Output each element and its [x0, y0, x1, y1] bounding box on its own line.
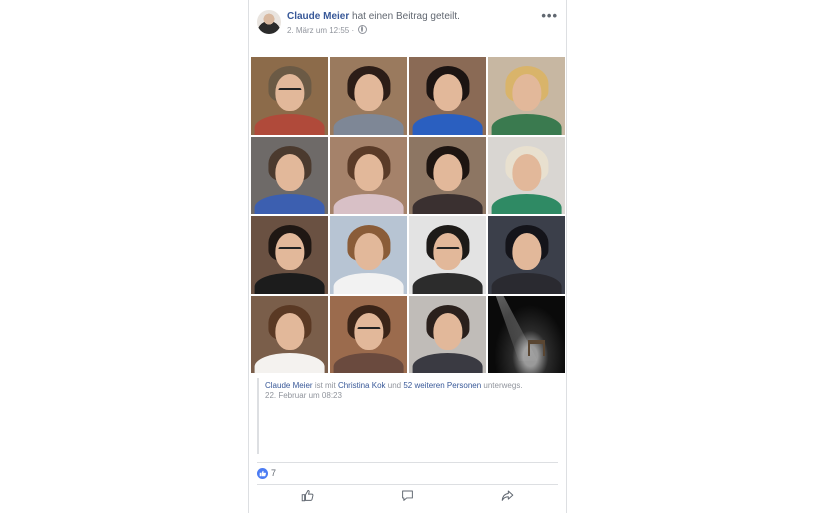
- thumbs-up-icon: [301, 489, 314, 507]
- photo-tile[interactable]: [330, 57, 407, 135]
- portrait-body: [333, 273, 404, 294]
- feed-post: Claude Meier hat einen Beitrag geteilt. …: [248, 0, 567, 513]
- post-header: Claude Meier hat einen Beitrag geteilt. …: [257, 8, 558, 38]
- portrait-face: [432, 153, 463, 191]
- portrait-body: [412, 273, 483, 294]
- reactions-summary[interactable]: 7: [257, 467, 276, 479]
- divider: [257, 462, 558, 463]
- portrait-body: [254, 114, 325, 135]
- like-button[interactable]: [257, 488, 357, 508]
- photo-tile[interactable]: [251, 216, 328, 294]
- portrait-face: [432, 312, 463, 350]
- portrait-body: [254, 273, 325, 294]
- photo-grid: [251, 57, 565, 373]
- like-icon: [257, 467, 268, 479]
- portrait-body: [491, 273, 562, 294]
- portrait-body: [333, 114, 404, 135]
- glasses: [277, 88, 302, 95]
- portrait-body: [412, 352, 483, 373]
- shared-author-link[interactable]: Claude Meier: [265, 381, 313, 390]
- post-author-line: Claude Meier hat einen Beitrag geteilt.: [287, 11, 460, 22]
- avatar[interactable]: [257, 10, 281, 34]
- portrait-face: [353, 153, 384, 191]
- portrait-body: [254, 193, 325, 214]
- portrait-face: [353, 74, 384, 112]
- portrait-body: [333, 193, 404, 214]
- shared-with-text: ist mit: [314, 381, 336, 390]
- portrait-face: [274, 312, 305, 350]
- portrait-face: [274, 153, 305, 191]
- photo-tile[interactable]: [488, 295, 565, 373]
- post-actions: [257, 488, 558, 508]
- photo-tile[interactable]: [409, 57, 486, 135]
- shared-info-line: Claude Meier ist mit Christina Kok und 5…: [265, 381, 523, 390]
- shared-suffix-text: unterwegs.: [483, 381, 523, 390]
- photo-tile[interactable]: [409, 136, 486, 214]
- post-timestamp[interactable]: 2. März um 12:55: [287, 26, 349, 35]
- portrait-face: [511, 74, 542, 112]
- photo-tile[interactable]: [251, 295, 328, 373]
- shared-date[interactable]: 22. Februar um 08:23: [265, 391, 342, 400]
- glasses: [356, 326, 381, 334]
- chair: [528, 340, 545, 356]
- share-button[interactable]: [458, 488, 558, 508]
- photo-tile[interactable]: [488, 57, 565, 135]
- photo-tile[interactable]: [330, 295, 407, 373]
- portrait-body: [412, 193, 483, 214]
- portrait-body: [491, 193, 562, 214]
- tagged-person-link[interactable]: Christina Kok: [338, 381, 386, 390]
- globe-icon: [358, 25, 368, 34]
- glasses: [435, 247, 460, 254]
- portrait-face: [511, 153, 542, 191]
- photo-tile[interactable]: [330, 216, 407, 294]
- reaction-count: 7: [271, 468, 277, 478]
- comment-button[interactable]: [357, 488, 457, 508]
- photo-tile[interactable]: [251, 136, 328, 214]
- photo-tile[interactable]: [251, 57, 328, 135]
- shared-post-attribution: Claude Meier ist mit Christina Kok und 5…: [257, 378, 561, 454]
- photo-tile[interactable]: [330, 136, 407, 214]
- photo-tile[interactable]: [488, 216, 565, 294]
- portrait-face: [353, 233, 384, 271]
- portrait-face: [511, 233, 542, 271]
- more-options-button[interactable]: •••: [541, 8, 558, 23]
- comment-icon: [401, 489, 414, 507]
- portrait-body: [491, 114, 562, 135]
- portrait-body: [412, 114, 483, 135]
- photo-tile[interactable]: [409, 295, 486, 373]
- post-meta: 2. März um 12:55 ·: [287, 25, 368, 35]
- portrait-body: [333, 352, 404, 373]
- share-icon: [501, 489, 514, 507]
- others-link[interactable]: 52 weiteren Personen: [403, 381, 481, 390]
- shared-and-text: und: [387, 381, 402, 390]
- author-name-link[interactable]: Claude Meier: [287, 11, 349, 22]
- divider: [257, 484, 558, 485]
- portrait-face: [432, 74, 463, 112]
- post-action-text: hat einen Beitrag geteilt.: [352, 11, 460, 22]
- photo-tile[interactable]: [488, 136, 565, 214]
- glasses: [277, 247, 302, 254]
- portrait-body: [254, 352, 325, 373]
- photo-tile[interactable]: [409, 216, 486, 294]
